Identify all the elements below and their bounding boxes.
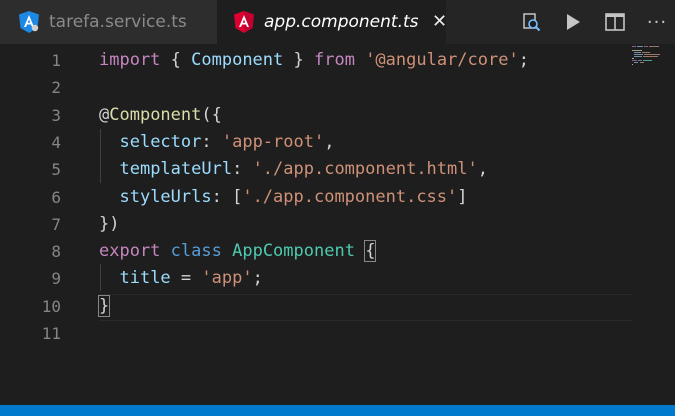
line-number: 5 [51,160,61,179]
code-token: : [232,159,253,179]
code-token: 'app' [201,268,253,288]
code-token: } [97,295,111,317]
line-number: 3 [51,106,61,125]
code-line[interactable]: 3 @Component({ [0,102,632,129]
line-number: 8 [51,242,61,261]
line-number: 7 [51,215,61,234]
code-token: { [160,50,192,70]
line-number: 4 [51,133,61,152]
angular-service-icon [19,11,39,33]
code-token: './app.component.css' [242,187,458,207]
tab-label: tarefa.service.ts [49,12,187,32]
code-text: @Component({ [99,102,222,129]
status-bar [0,405,675,416]
code-token: } [283,50,314,70]
code-line[interactable]: 5 templateUrl: './app.component.html', [0,156,632,183]
code-token: Component [191,50,284,70]
more-actions-icon[interactable]: ··· [646,11,668,33]
line-number: 9 [51,269,61,288]
code-token: export [99,241,161,261]
code-editor[interactable]: 1 import { Component } from '@angular/cor… [0,44,675,405]
tab-tarefa-service[interactable]: tarefa.service.ts [0,0,217,44]
code-token: '@angular/core' [365,50,519,70]
code-text: templateUrl: './app.component.html', [99,156,488,183]
minimap[interactable] [632,44,675,405]
run-icon[interactable] [562,11,584,33]
line-number: 1 [51,51,61,70]
code-token: ; [252,268,263,288]
angular-icon [234,11,254,33]
code-token: './app.component.html' [252,159,478,179]
code-line[interactable]: 10} [0,293,632,320]
close-icon[interactable]: ✕ [431,13,449,31]
code-text: selector: 'app-root', [99,129,334,156]
open-changes-icon[interactable] [520,11,542,33]
code-token: ; [518,50,529,70]
code-text: styleUrls: ['./app.component.css'] [99,184,468,211]
line-number: 10 [41,297,61,316]
code-text: } [97,293,111,320]
code-text: import { Component } from '@angular/core… [99,47,529,74]
code-token: = [170,268,202,288]
code-text: title = 'app'; [99,265,263,292]
code-token: selector [119,132,202,152]
code-line[interactable]: 8 export class AppComponent { [0,238,632,265]
code-line[interactable]: 6 styleUrls: ['./app.component.css'] [0,184,632,211]
code-token: , [324,132,335,152]
tab-app-component[interactable]: app.component.ts ✕ [217,0,449,44]
code-token: : [201,132,222,152]
tab-label: app.component.ts [264,12,419,32]
code-token: from [313,50,355,70]
code-text: export class AppComponent { [99,238,377,265]
code-token: : [ [211,187,243,207]
code-token: templateUrl [119,159,233,179]
code-token: Component [109,105,202,125]
code-token: class [170,241,222,261]
code-line[interactable]: 2 [0,74,632,101]
code-token: , [477,159,488,179]
code-line[interactable]: 1 import { Component } from '@angular/cor… [0,47,632,74]
split-editor-icon[interactable] [604,11,626,33]
code-token: AppComponent [232,241,355,261]
code-line[interactable]: 7}) [0,211,632,238]
code-token: ({ [201,105,222,125]
line-number: 6 [51,188,61,207]
code-token: title [119,268,171,288]
code-token: }) [99,214,120,234]
tab-bar: tarefa.service.ts app.component.ts ✕ ··· [0,0,675,44]
code-line[interactable]: 4 selector: 'app-root', [0,129,632,156]
code-token: ] [457,187,468,207]
code-token: @ [99,105,110,125]
code-token: 'app-root' [221,132,325,152]
code-token: styleUrls [119,187,212,207]
line-number: 11 [41,324,61,343]
code-token: import [99,50,161,70]
editor-actions: ··· [520,0,668,44]
code-line[interactable]: 9 title = 'app'; [0,265,632,292]
code-line[interactable]: 11 [0,320,632,347]
code-token: { [364,240,377,262]
line-number: 2 [51,78,61,97]
code-text: }) [99,211,119,238]
